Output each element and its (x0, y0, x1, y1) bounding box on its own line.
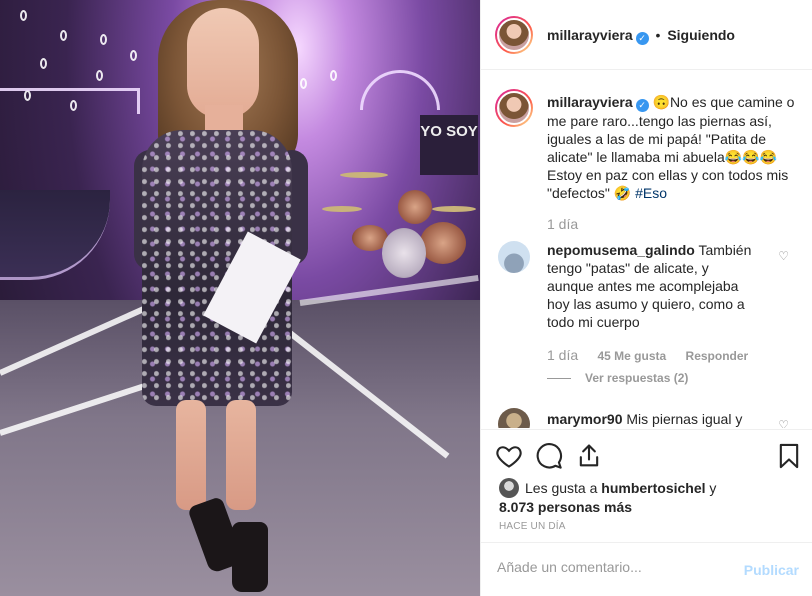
cymbal (432, 206, 476, 212)
username-link[interactable]: millarayviera (547, 27, 633, 43)
light-dot (20, 10, 27, 21)
following-button[interactable]: Siguiendo (667, 27, 735, 43)
caption-username[interactable]: millarayviera (547, 94, 633, 110)
light-dot (100, 34, 107, 45)
commenter-avatar[interactable] (498, 408, 530, 428)
drum (398, 190, 432, 224)
comment: nepomusema_galindo También tengo "patas"… (547, 241, 757, 331)
liker-avatar[interactable] (499, 478, 519, 498)
light-dot (60, 30, 67, 41)
view-replies-label: Ver respuestas (2) (585, 371, 689, 385)
separator: • (655, 27, 661, 43)
header-line: millarayviera ✓ • Siguiendo (547, 27, 735, 45)
verified-icon: ✓ (635, 32, 649, 45)
leg (226, 400, 256, 510)
avatar[interactable] (495, 16, 533, 54)
light-dot (130, 50, 137, 61)
light-dot (40, 58, 47, 69)
likes-prefix: Les gusta a (525, 480, 598, 496)
post-header: millarayviera ✓ • Siguiendo (481, 0, 812, 70)
view-replies[interactable]: Ver respuestas (2) (547, 371, 688, 385)
post-photo[interactable]: YO SOY (0, 0, 480, 596)
add-comment-bar: Publicar (481, 542, 812, 596)
replies-line (547, 378, 571, 380)
caption-text: 🙃No es que camine o me pare raro...tengo… (547, 94, 795, 201)
comment: marymor90 Mis piernas igual y (547, 410, 757, 428)
comment-like-icon[interactable]: ♡ (778, 249, 789, 263)
likes-summary: Les gusta a humbertosichel y 8.073 perso… (499, 478, 799, 516)
light-dot (300, 78, 307, 89)
action-bar: Les gusta a humbertosichel y 8.073 perso… (481, 429, 812, 596)
leg (176, 400, 206, 510)
comment-icon[interactable] (535, 442, 563, 470)
caption: millarayviera ✓ 🙃No es que camine o me pa… (547, 93, 797, 202)
comment-username[interactable]: nepomusema_galindo (547, 242, 695, 258)
reply-button[interactable]: Responder (686, 349, 749, 363)
heart-icon[interactable] (495, 442, 523, 470)
likes-conj: y (709, 480, 717, 496)
post-timestamp[interactable]: HACE UN DÍA (499, 521, 566, 532)
face (187, 8, 259, 118)
post-sidebar: millarayviera ✓ • Siguiendo millarayviera… (480, 0, 812, 596)
likes-count[interactable]: 8.073 personas más (499, 499, 632, 515)
comment-time[interactable]: 1 día (547, 347, 578, 363)
verified-icon: ✓ (635, 99, 649, 112)
comment-meta: 1 día 45 Me gusta Responder (547, 347, 764, 363)
commenter-avatar[interactable] (498, 241, 530, 273)
comment-text: Mis piernas igual y (626, 411, 743, 427)
share-icon[interactable] (575, 442, 603, 470)
neon-arc (360, 70, 440, 110)
bass-drum (382, 228, 426, 278)
hashtag-link[interactable]: #Eso (635, 185, 667, 201)
comment-input[interactable] (497, 559, 717, 575)
drum (420, 222, 466, 264)
liker-username[interactable]: humbertosichel (601, 480, 705, 496)
bookmark-icon[interactable] (775, 442, 803, 470)
comment-likes[interactable]: 45 Me gusta (597, 349, 666, 363)
cymbal (340, 172, 388, 178)
caption-time[interactable]: 1 día (547, 216, 578, 232)
comment-like-icon[interactable]: ♡ (778, 418, 789, 428)
light-dot (330, 70, 337, 81)
comments-list[interactable]: millarayviera ✓ 🙃No es que camine o me pa… (481, 71, 812, 428)
comment-username[interactable]: marymor90 (547, 411, 623, 427)
neon-frame (0, 88, 140, 114)
stage-riser (0, 190, 110, 280)
light-dot (96, 70, 103, 81)
boot (232, 522, 268, 592)
stage-sign: YO SOY (420, 115, 478, 175)
avatar[interactable] (495, 89, 533, 127)
publish-button[interactable]: Publicar (744, 562, 799, 578)
cymbal (322, 206, 362, 212)
